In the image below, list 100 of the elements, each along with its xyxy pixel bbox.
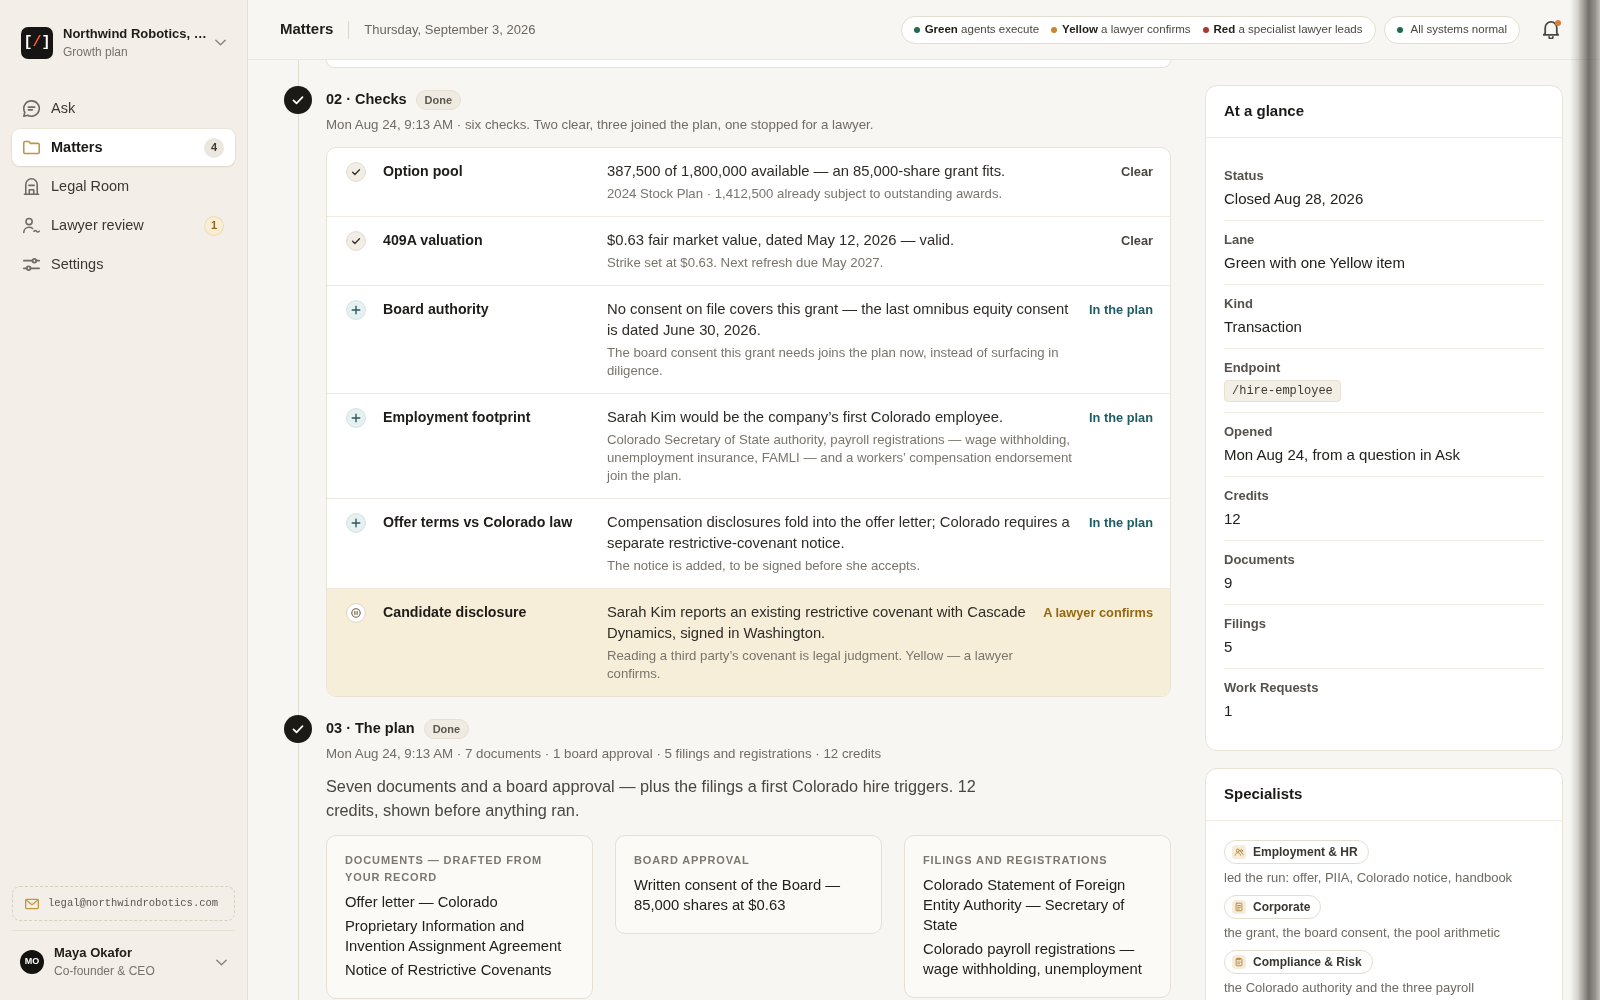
field-value: Green with one Yellow item <box>1224 253 1406 273</box>
document-icon <box>1232 900 1246 914</box>
logo-glyph: ] <box>41 33 51 52</box>
plan-card-heading: BOARD APPROVAL <box>634 853 751 868</box>
lane-label: Green agents execute <box>924 21 1040 37</box>
check-summary: No consent on file covers this grant — the last omnibus equity consent is dated June 30, 2026. <box>607 300 1070 340</box>
checkmark-icon <box>346 162 366 182</box>
specialist-note: led the run: offer, PIIA, Colorado notice, handbook <box>1224 869 1514 887</box>
clipboard-icon <box>1232 955 1246 969</box>
nav-item[interactable]: Legal Room <box>12 168 235 205</box>
avatar: MO <box>20 950 44 974</box>
field-label: Lane <box>1224 231 1256 249</box>
field-value: Closed Aug 28, 2026 <box>1224 189 1365 209</box>
field-value: 5 <box>1224 637 1234 657</box>
step-meta: Mon Aug 24, 9:13 AM · 7 documents · 1 board approval · 5 filings and registrations · 12 credits <box>326 745 883 763</box>
count-badge: 4 <box>204 137 224 158</box>
bell-icon <box>1542 20 1560 39</box>
check-status: In the plan <box>1089 301 1153 319</box>
check-detail: Reading a third party’s covenant is legal judgment. Yellow — a lawyer confirms. <box>607 647 1014 683</box>
chevron-down-icon[interactable] <box>216 958 227 966</box>
person-icon <box>23 217 40 234</box>
lane-label: Red a specialist lawyer leads <box>1213 21 1363 37</box>
check-detail: 2024 Stock Plan · 1,412,500 already subject to outstanding awards. <box>607 185 1004 203</box>
check-name: Employment footprint <box>382 408 532 427</box>
plan-card-heading: FILINGS AND REGISTRATIONS <box>923 853 1109 868</box>
user-name: Maya Okafor <box>54 944 134 962</box>
step-title: 03 · The plan <box>326 719 415 739</box>
mail-icon <box>25 897 39 910</box>
nav-item[interactable]: Matters 4 <box>12 129 235 166</box>
field-value: Mon Aug 24, from a question in Ask <box>1224 445 1461 465</box>
endpoint-code: /hire-employee <box>1224 380 1341 402</box>
specialist-name: Corporate <box>1253 899 1311 916</box>
pause-icon <box>346 603 366 623</box>
check-name: 409A valuation <box>382 231 484 250</box>
specialist-name: Compliance & Risk <box>1253 954 1362 971</box>
status-badge: Done <box>415 90 462 110</box>
notifications-button[interactable] <box>1542 20 1560 39</box>
field-label: Documents <box>1224 551 1296 569</box>
card-title: Specialists <box>1224 784 1303 805</box>
settings-icon <box>23 256 40 273</box>
plan-item: Colorado payroll registrations — wage withholding, unemployment <box>923 940 1143 979</box>
email-address: legal@northwindrobotics.com <box>48 895 219 911</box>
check-detail: Strike set at $0.63. Next refresh due May 2027. <box>607 254 885 272</box>
check-detail: Colorado Secretary of State authority, payroll registrations — wage withholding, unemployment insurance, FAMLI — and a workers’ compensation endorsement join the plan. <box>607 431 1073 485</box>
page-title: Matters <box>280 19 334 40</box>
chevron-down-icon[interactable] <box>215 39 226 46</box>
plan-card-heading: DOCUMENTS — DRAFTED FROM YOUR RECORD <box>345 853 544 885</box>
plus-icon <box>346 513 366 533</box>
specialist-note: the Colorado authority and the three payroll <box>1224 979 1476 997</box>
check-name: Candidate disclosure <box>382 603 528 622</box>
field-value: 9 <box>1224 573 1234 593</box>
check-detail: The board consent this grant needs joins the plan now, instead of surfacing in diligence. <box>607 344 1060 380</box>
field-value: Transaction <box>1224 317 1303 337</box>
nav-item[interactable]: Settings <box>12 246 235 283</box>
system-status-text: All systems normal <box>1410 21 1507 37</box>
field-label: Opened <box>1224 423 1274 441</box>
check-status: In the plan <box>1089 514 1153 532</box>
check-summary: 387,500 of 1,800,000 available — an 85,000-share grant fits. <box>607 162 1007 181</box>
plan-item: Notice of Restrictive Covenants <box>345 961 553 980</box>
field-value: 1 <box>1224 701 1234 721</box>
current-date: Thursday, September 3, 2026 <box>364 20 536 39</box>
check-status: Clear <box>1121 232 1153 250</box>
folder-icon <box>23 139 40 156</box>
nav-item[interactable]: Ask <box>12 90 235 127</box>
specialist-note: the grant, the board consent, the pool arithmetic <box>1224 924 1502 942</box>
people-icon <box>1232 845 1246 859</box>
field-value: 12 <box>1224 509 1242 529</box>
plan-item: Offer letter — Colorado <box>345 893 499 912</box>
lane-label: Yellow a lawyer confirms <box>1062 21 1191 37</box>
field-label: Credits <box>1224 487 1270 505</box>
field-label: Filings <box>1224 615 1267 633</box>
check-name: Board authority <box>382 300 490 319</box>
logo-glyph: / <box>32 33 42 52</box>
field-label: Endpoint <box>1224 359 1282 377</box>
chat-bubble-icon <box>23 100 40 117</box>
plan-name: Growth plan <box>63 44 129 60</box>
user-role: Co-founder & CEO <box>54 963 156 980</box>
check-name: Option pool <box>382 162 464 181</box>
plus-icon <box>346 300 366 320</box>
status-badge: Done <box>423 719 470 739</box>
nav-item[interactable]: Lawyer review 1 <box>12 207 235 244</box>
specialist-name: Employment & HR <box>1253 844 1358 861</box>
count-badge: 1 <box>204 215 224 236</box>
plus-icon <box>346 408 366 428</box>
field-label: Status <box>1224 167 1265 185</box>
field-label: Work Requests <box>1224 679 1320 697</box>
check-summary: $0.63 fair market value, dated May 12, 2026 — valid. <box>607 231 956 250</box>
logo-glyph: [ <box>23 33 33 52</box>
building-icon <box>23 178 40 195</box>
check-summary: Sarah Kim reports an existing restrictive covenant with Cascade Dynamics, signed in Washington. <box>607 603 1027 643</box>
checkmark-icon <box>346 231 366 251</box>
step-title: 02 · Checks <box>326 90 407 110</box>
plan-item: Proprietary Information and Invention Assignment Agreement <box>345 917 563 956</box>
check-status: A lawyer confirms <box>1043 604 1153 622</box>
card-title: At a glance <box>1224 101 1305 122</box>
plan-item: Written consent of the Board — 85,000 shares at $0.63 <box>634 876 842 915</box>
check-name: Offer terms vs Colorado law <box>382 513 574 532</box>
check-status: In the plan <box>1089 409 1153 427</box>
field-label: Kind <box>1224 295 1254 313</box>
plan-item: Colorado Statement of Foreign Entity Authority — Secretary of State <box>923 876 1127 935</box>
